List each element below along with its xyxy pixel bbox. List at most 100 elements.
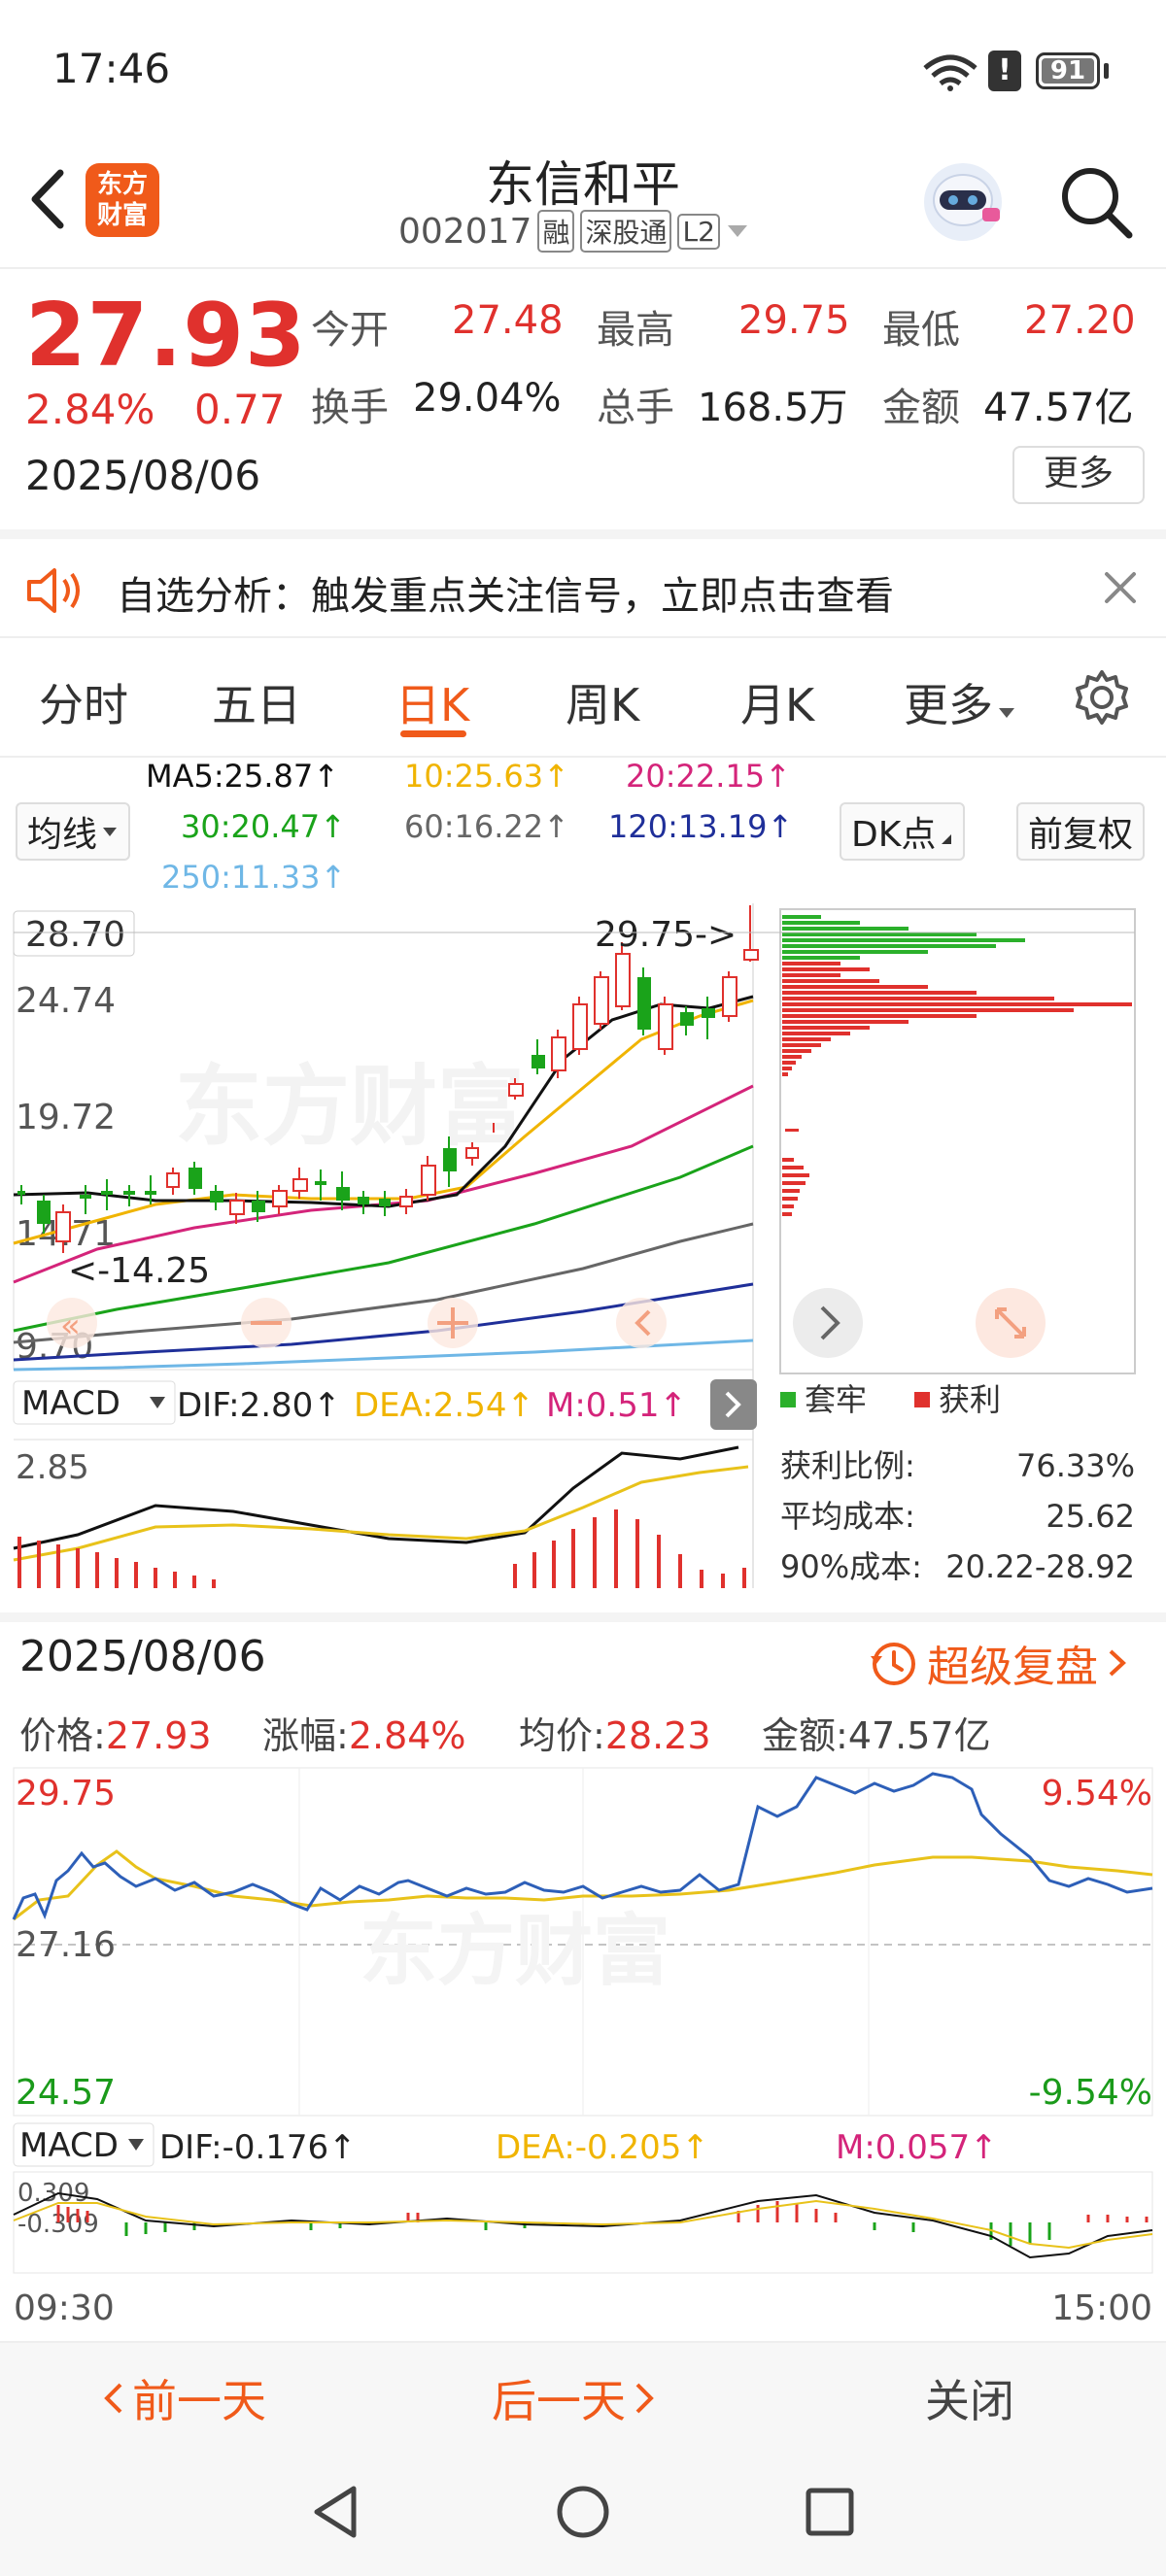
close-icon[interactable]: [1101, 568, 1140, 607]
indicator-selector[interactable]: 均线: [16, 802, 131, 861]
detail-change-value: 2.84%: [348, 1714, 466, 1757]
volume-label: 总手: [597, 386, 674, 430]
recent-apps-icon[interactable]: [803, 2485, 857, 2539]
analysis-notice[interactable]: 自选分析：触发重点关注信号，立即点击查看: [0, 539, 1166, 638]
volume-value: 168.5万: [698, 386, 848, 430]
stock-code-row[interactable]: 002017 融 深股通 L2: [398, 210, 749, 253]
step-left-bubble[interactable]: [616, 1298, 667, 1348]
search-icon[interactable]: [1057, 163, 1135, 241]
trapped-legend-swatch: [780, 1392, 796, 1407]
ma30-value: 30:20.47↑: [181, 808, 346, 845]
kline-low-marker: <-14.25: [68, 1251, 210, 1291]
change-percent: 2.84%: [25, 386, 155, 433]
avg-cost-value: 25.62: [1046, 1498, 1135, 1535]
tab-more[interactable]: 更多: [904, 670, 1016, 734]
home-circle-icon[interactable]: [554, 2483, 612, 2541]
cost90-value: 20.22-28.92: [945, 1548, 1135, 1585]
high-label: 最高: [597, 308, 674, 353]
high-value: 29.75: [738, 298, 850, 343]
assistant-avatar-icon[interactable]: [918, 157, 1008, 247]
super-replay-link[interactable]: 超级复盘: [867, 1632, 1129, 1694]
ma60-value: 60:16.22↑: [404, 808, 569, 845]
macd-expand-button[interactable]: [710, 1379, 757, 1430]
kline-high-marker: 29.75->: [595, 915, 737, 955]
detail-avg-field: 均价:28.23: [519, 1706, 711, 1759]
chip-next-button[interactable]: [793, 1288, 863, 1358]
tag-level2: L2: [677, 213, 720, 250]
close-detail-button[interactable]: 关闭: [925, 2366, 1014, 2430]
detail-amount-label: 金额:: [762, 1714, 848, 1757]
quote-date: 2025/08/06: [25, 452, 261, 499]
previous-day-button[interactable]: 前一天: [101, 2366, 266, 2430]
caret-down-icon: [103, 828, 118, 836]
tab-five-day[interactable]: 五日: [212, 670, 301, 734]
status-bar: 17:46 ! 91: [0, 0, 1166, 146]
turnover-label: 换手: [311, 386, 389, 430]
cost90-label: 90%成本:: [780, 1548, 922, 1585]
speaker-icon: [27, 568, 80, 613]
corner-arrow-icon: [942, 834, 952, 844]
adjust-button[interactable]: 前复权: [1016, 802, 1146, 861]
chevron-right-icon: [635, 2383, 654, 2414]
intraday-dea-value: DEA:-0.205↑: [496, 2128, 709, 2167]
low-label: 最低: [882, 308, 960, 353]
intraday-y-mid: 27.16: [16, 1925, 116, 1965]
intraday-chart[interactable]: 东方财富 29.75 27.16 24.57 9.54% -9.54% MACD…: [0, 1764, 1166, 2341]
battery-tip: [1104, 63, 1109, 79]
detail-date: 2025/08/06: [19, 1632, 266, 1681]
amount-value: 47.57亿: [983, 386, 1134, 430]
settings-icon[interactable]: [1073, 668, 1131, 727]
low-value: 27.20: [1024, 298, 1136, 343]
kline-chart[interactable]: 东方财富 28.70 24.74 19.72 14.71 9.70: [0, 903, 1166, 1612]
wifi-icon: [923, 54, 977, 91]
macd-m-value: M:0.51↑: [546, 1386, 687, 1425]
detail-change-field: 涨幅:2.84%: [262, 1706, 466, 1759]
profit-legend-swatch: [914, 1392, 930, 1407]
macd-dea-value: DEA:2.54↑: [354, 1386, 534, 1425]
chevron-right-icon: [1109, 1649, 1126, 1677]
tab-weekly-k[interactable]: 周K: [566, 670, 639, 734]
ma10-value: 10:25.63↑: [404, 758, 569, 795]
chevron-left-icon: [104, 2383, 122, 2414]
ma120-value: 120:13.19↑: [608, 808, 794, 845]
quote-panel: 27.93 2.84% 0.77 2025/08/06 今开 27.48 最高 …: [0, 269, 1166, 539]
open-value: 27.48: [452, 298, 564, 343]
system-navigation-bar: [0, 2446, 1166, 2576]
battery-icon: 91: [1036, 52, 1100, 89]
double-left-icon: «: [60, 1306, 81, 1345]
intraday-pct-high: 9.54%: [1042, 1774, 1152, 1813]
trapped-legend-label: 套牢: [805, 1381, 867, 1418]
detail-avg-label: 均价:: [519, 1714, 605, 1757]
detail-avg-value: 28.23: [604, 1714, 711, 1757]
macd-selector-label: MACD: [21, 1384, 120, 1423]
tab-daily-k[interactable]: 日K: [395, 670, 469, 734]
intraday-y-low: 24.57: [16, 2073, 116, 2113]
ma5-value: MA5:25.87↑: [146, 758, 340, 795]
ma250-value: 250:11.33↑: [161, 859, 347, 896]
intraday-time-start: 09:30: [14, 2288, 115, 2328]
tag-connect: 深股通: [580, 210, 672, 253]
dk-point-label: DK点: [851, 815, 937, 855]
next-day-button[interactable]: 后一天: [492, 2366, 657, 2430]
detail-price-label: 价格:: [19, 1714, 106, 1757]
indicator-selector-label: 均线: [27, 815, 98, 855]
amount-label: 金额: [882, 386, 960, 430]
more-button[interactable]: 更多: [1012, 446, 1145, 504]
turnover-value: 29.04%: [413, 376, 562, 421]
back-triangle-icon[interactable]: [309, 2483, 363, 2541]
detail-amount-field: 金额:47.57亿: [762, 1706, 991, 1759]
stock-code: 002017: [398, 211, 532, 252]
dk-point-button[interactable]: DK点: [840, 802, 966, 861]
section-divider: [0, 1612, 1166, 1622]
chevron-down-icon: [727, 225, 747, 237]
avg-cost-label: 平均成本:: [780, 1498, 915, 1535]
tab-intraday[interactable]: 分时: [39, 670, 128, 734]
battery-level: 91: [1042, 58, 1094, 84]
tab-monthly-k[interactable]: 月K: [740, 670, 814, 734]
active-tab-indicator: [400, 730, 466, 737]
next-day-label: 后一天: [492, 2375, 626, 2427]
chart-tabs: 分时 五日 日K 周K 月K 更多: [0, 639, 1166, 758]
notice-text: 自选分析：触发重点关注信号，立即点击查看: [117, 574, 894, 619]
intraday-time-end: 15:00: [1051, 2288, 1152, 2328]
tag-margin: 融: [537, 210, 575, 253]
